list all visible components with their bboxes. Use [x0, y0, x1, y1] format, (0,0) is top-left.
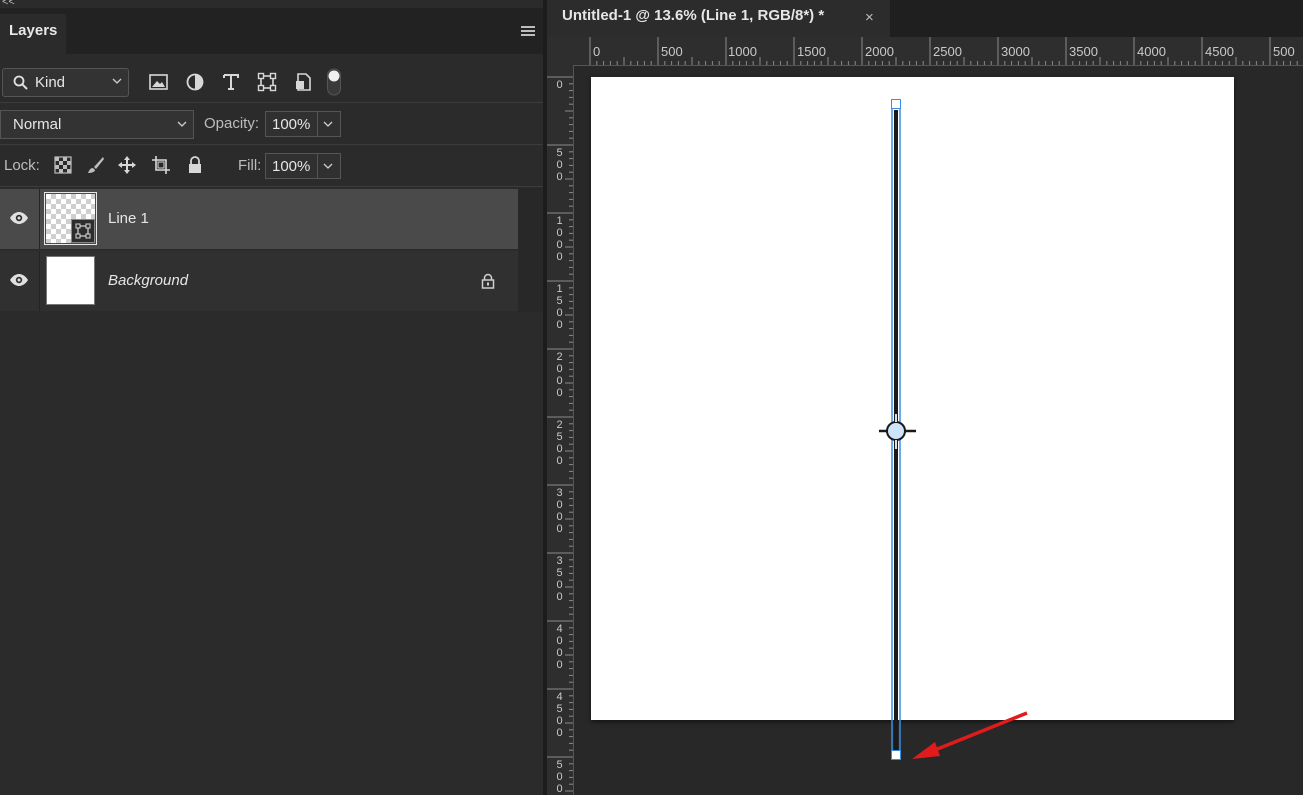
fill-dropdown-button[interactable]: [317, 154, 340, 178]
layers-scrollbar[interactable]: [518, 188, 543, 312]
collapse-panel-button[interactable]: <<: [2, 0, 15, 8]
ruler-label: 500: [556, 147, 563, 183]
lock-image-pixels-brush-icon[interactable]: [85, 154, 107, 176]
filter-row: Kind: [0, 62, 543, 102]
document-tab-bar: Untitled-1 @ 13.6% (Line 1, RGB/8*) * ×: [547, 0, 1303, 37]
divider: [0, 186, 543, 187]
fill-field[interactable]: 100%: [265, 153, 341, 179]
layer-name[interactable]: Background: [108, 272, 188, 289]
opacity-label: Opacity:: [204, 115, 260, 132]
shape-layer-filter-icon[interactable]: [256, 71, 278, 93]
ruler-label: 2000: [556, 351, 563, 399]
ruler-label: 500: [556, 759, 563, 795]
ruler-label: 0: [556, 79, 563, 91]
lock-position-move-icon[interactable]: [116, 154, 138, 176]
chevron-down-icon: [323, 163, 333, 169]
document-title: Untitled-1 @ 13.6% (Line 1, RGB/8*) *: [562, 7, 825, 24]
transform-handle-top[interactable]: [891, 99, 901, 109]
blend-mode-select[interactable]: Normal: [0, 110, 194, 139]
chevron-down-icon: [323, 121, 333, 127]
ruler-label: 4500: [1205, 44, 1234, 59]
shape-layer-badge: [71, 219, 95, 243]
ruler-label: 4000: [556, 623, 563, 671]
ruler-label: 1000: [728, 44, 757, 59]
lock-label: Lock:: [4, 157, 40, 174]
ruler-label: 1000: [556, 215, 563, 263]
divider: [0, 144, 543, 145]
layer-lock-icon[interactable]: [481, 273, 495, 289]
ruler-label: 4000: [1137, 44, 1166, 59]
ruler-label: 2500: [933, 44, 962, 59]
vertical-ruler[interactable]: 0 500 1000 1500 2000 2500 3000 3500 4000 4500 500: [547, 65, 574, 795]
lock-transparent-pixels-icon[interactable]: [52, 154, 74, 176]
ruler-label: 4500: [556, 691, 563, 739]
layer-thumbnail: [46, 256, 95, 305]
search-icon: [13, 75, 28, 90]
type-layer-filter-icon[interactable]: [220, 71, 242, 93]
transform-handle-bottom[interactable]: [891, 750, 901, 760]
fill-value: 100%: [272, 158, 311, 175]
ruler-label: 3500: [556, 555, 563, 603]
ruler-label: 2000: [865, 44, 894, 59]
filter-kind-select[interactable]: Kind: [2, 68, 129, 97]
document-canvas[interactable]: [591, 77, 1234, 720]
ruler-label: 3000: [556, 487, 563, 535]
opacity-dropdown-button[interactable]: [317, 112, 340, 136]
layer-name[interactable]: Line 1: [108, 210, 149, 227]
chevron-down-icon: [112, 78, 122, 84]
divider: [39, 251, 40, 311]
eye-visibility-icon[interactable]: [9, 211, 29, 225]
close-icon[interactable]: ×: [865, 9, 874, 26]
layers-panel: << Layers Kind Normal Opacity: 100% Lock…: [0, 0, 543, 795]
ruler-label: 2500: [556, 419, 563, 467]
opacity-field[interactable]: 100%: [265, 111, 341, 137]
ruler-label: 0: [593, 44, 601, 59]
layer-thumbnail: [44, 192, 97, 245]
ruler-label: 3000: [1001, 44, 1030, 59]
fill-label: Fill:: [238, 157, 262, 174]
adjustment-layer-filter-icon[interactable]: [184, 71, 206, 93]
layer-row-line-1[interactable]: Line 1: [0, 189, 518, 249]
filter-kind-label: Kind: [35, 74, 66, 91]
divider: [0, 102, 543, 103]
eye-visibility-icon[interactable]: [9, 273, 29, 287]
panel-tab-bar: [0, 8, 543, 54]
lock-artboard-icon[interactable]: [150, 154, 172, 176]
divider: [39, 189, 40, 249]
filter-toggle-icon[interactable]: [326, 68, 342, 96]
document-tab[interactable]: Untitled-1 @ 13.6% (Line 1, RGB/8*) * ×: [547, 0, 890, 37]
horizontal-ruler[interactable]: 0 500 1000 1500 2000 2500 3000 3500 4000…: [547, 37, 1303, 66]
ruler-label: 500: [661, 44, 683, 59]
smart-object-filter-icon[interactable]: [292, 71, 314, 93]
lock-all-icon[interactable]: [184, 154, 206, 176]
pixel-layer-filter-icon[interactable]: [148, 71, 170, 93]
ruler-label: 3500: [1069, 44, 1098, 59]
ruler-label: 500: [1273, 44, 1295, 59]
blend-mode-value: Normal: [13, 116, 62, 133]
ruler-label: 1500: [556, 283, 563, 331]
tab-layers[interactable]: Layers: [0, 14, 66, 55]
ruler-origin[interactable]: [547, 37, 573, 65]
blend-row: Normal Opacity: 100%: [0, 104, 543, 144]
lock-row: Lock: Fill: 100%: [0, 146, 543, 186]
chevron-down-icon: [177, 121, 187, 127]
layer-row-background[interactable]: Background: [0, 251, 518, 311]
ruler-label: 1500: [797, 44, 826, 59]
shape-icon: [75, 223, 91, 239]
opacity-value: 100%: [272, 116, 311, 133]
panel-menu-icon[interactable]: [521, 26, 535, 36]
